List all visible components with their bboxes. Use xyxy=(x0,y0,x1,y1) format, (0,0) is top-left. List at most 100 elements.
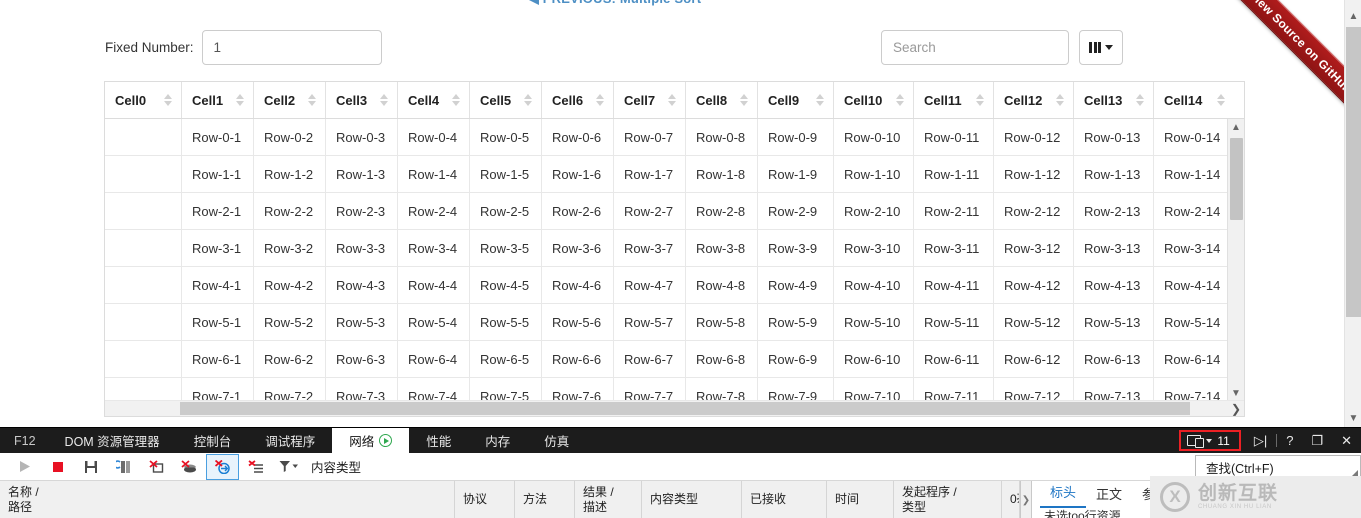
column-header-cell4[interactable]: Cell4 xyxy=(398,82,470,118)
column-header-cell3[interactable]: Cell3 xyxy=(326,82,398,118)
devtools-tab-仿真[interactable]: 仿真 xyxy=(527,428,586,453)
column-header-cell14[interactable]: Cell14 xyxy=(1154,82,1234,118)
table-row[interactable]: Row-4-1 Row-4-2 Row-4-3 Row-4-4 Row-4-5 Row-4… xyxy=(105,267,1244,304)
table-row[interactable]: Row-0-1 Row-0-2 Row-0-3 Row-0-4 Row-0-5 Row-0… xyxy=(105,119,1244,156)
network-column-header[interactable]: 协议 xyxy=(455,481,515,518)
table-row[interactable]: Row-5-1 Row-5-2 Row-5-3 Row-5-4 Row-5-5 Row-5… xyxy=(105,304,1244,341)
table-horizontal-scrollbar[interactable]: ❯ xyxy=(105,400,1244,416)
table-cell: Row-0-6 xyxy=(542,119,614,155)
clear-on-navigate-icon[interactable] xyxy=(206,453,239,480)
sort-arrows-icon[interactable] xyxy=(524,94,532,106)
clear-cache-icon[interactable] xyxy=(173,454,206,480)
sort-arrows-icon[interactable] xyxy=(380,94,388,106)
table-cell: Row-2-14 xyxy=(1164,203,1221,219)
column-header-cell12[interactable]: Cell12 xyxy=(994,82,1074,118)
scroll-up-icon[interactable]: ▲ xyxy=(1228,119,1244,136)
sort-arrows-icon[interactable] xyxy=(1056,94,1064,106)
network-column-header[interactable]: 已接收 xyxy=(742,481,827,518)
sort-arrows-icon[interactable] xyxy=(236,94,244,106)
table-row[interactable]: Row-2-1 Row-2-2 Row-2-3 Row-2-4 Row-2-5 Row-2… xyxy=(105,193,1244,230)
fixed-number-input[interactable] xyxy=(201,30,382,65)
save-icon[interactable] xyxy=(74,454,107,480)
table-row[interactable]: Row-7-1 Row-7-2 Row-7-3 Row-7-4 Row-7-5 Row-7… xyxy=(105,378,1244,402)
table-cell: Row-7-8 xyxy=(686,378,758,402)
devtools-tab-label: 控制台 xyxy=(193,435,232,449)
column-header-cell1[interactable]: Cell1 xyxy=(182,82,254,118)
page-scroll-down-icon[interactable]: ▼ xyxy=(1345,410,1361,427)
devtools-tab-内存[interactable]: 内存 xyxy=(468,428,527,453)
table-cell: Row-1-8 xyxy=(686,156,758,192)
page-scroll-thumb[interactable] xyxy=(1346,27,1361,317)
table-row[interactable]: Row-3-1 Row-3-2 Row-3-3 Row-3-4 Row-3-5 Row-3… xyxy=(105,230,1244,267)
column-visibility-button[interactable] xyxy=(1079,30,1123,65)
search-input[interactable] xyxy=(881,30,1069,65)
dock-icon[interactable]: ❐ xyxy=(1302,428,1332,453)
sort-arrows-icon[interactable] xyxy=(596,94,604,106)
network-column-header[interactable]: 内容类型 xyxy=(642,481,742,518)
table-cell: Row-5-7 xyxy=(614,304,686,340)
network-column-header[interactable]: 名称 / 路径 xyxy=(0,481,455,518)
page-scroll-up-icon[interactable]: ▲ xyxy=(1345,8,1361,25)
scroll-right-icon[interactable]: ❯ xyxy=(1227,401,1244,416)
clear-list-icon[interactable] xyxy=(239,454,272,480)
devtools-tab-调试程序[interactable]: 调试程序 xyxy=(248,428,332,453)
table-cell: Row-6-9 xyxy=(758,341,834,377)
devtools-tab-控制台[interactable]: 控制台 xyxy=(177,428,249,453)
network-column-header[interactable]: 时间 xyxy=(827,481,894,518)
column-header-cell11[interactable]: Cell11 xyxy=(914,82,994,118)
help-icon[interactable]: ? xyxy=(1277,428,1302,453)
horizontal-scroll-thumb[interactable] xyxy=(180,402,1190,415)
stop-record-icon[interactable] xyxy=(41,454,74,480)
sort-arrows-icon[interactable] xyxy=(668,94,676,106)
table-cell: Row-4-1 xyxy=(182,267,254,303)
filter-icon[interactable] xyxy=(272,454,305,480)
column-header-cell9[interactable]: Cell9 xyxy=(758,82,834,118)
table-cell: Row-1-14 xyxy=(1164,166,1221,182)
devtools-tab-网络[interactable]: 网络 xyxy=(332,428,410,453)
devtools-tab-F12[interactable]: F12 xyxy=(0,428,48,453)
table-cell: Row-2-7 xyxy=(614,193,686,229)
column-header-cell6[interactable]: Cell6 xyxy=(542,82,614,118)
sort-arrows-icon[interactable] xyxy=(452,94,460,106)
table-row[interactable]: Row-1-1 Row-1-2 Row-1-3 Row-1-4 Row-1-5 Row-1… xyxy=(105,156,1244,193)
sort-arrows-icon[interactable] xyxy=(896,94,904,106)
network-column-line2: 路径 xyxy=(8,500,33,514)
sort-arrows-icon[interactable] xyxy=(1136,94,1144,106)
page-vertical-scrollbar[interactable]: ▲ ▼ xyxy=(1344,0,1361,427)
table-vertical-scrollbar[interactable]: ▲ ▼ xyxy=(1227,119,1244,402)
sort-arrows-icon[interactable] xyxy=(1217,94,1225,106)
sort-arrows-icon[interactable] xyxy=(816,94,824,106)
column-header-cell2[interactable]: Cell2 xyxy=(254,82,326,118)
sort-arrows-icon[interactable] xyxy=(164,94,172,106)
column-header-cell8[interactable]: Cell8 xyxy=(686,82,758,118)
clear-entries-icon[interactable] xyxy=(140,454,173,480)
panel-splitter[interactable]: ❯ xyxy=(1020,481,1031,518)
column-header-cell7[interactable]: Cell7 xyxy=(614,82,686,118)
network-column-header[interactable]: 方法 xyxy=(515,481,575,518)
previous-demo-link[interactable]: ◀ PREVIOUS: Multiple Sort xyxy=(0,0,1230,7)
network-column-header[interactable]: 结果 / 描述 xyxy=(575,481,642,518)
devtools-tab-DOM 资源管理器[interactable]: DOM 资源管理器 xyxy=(48,428,177,453)
network-column-header[interactable]: 0毫秒 xyxy=(1002,481,1020,518)
sort-arrows-icon[interactable] xyxy=(976,94,984,106)
column-header-cell10[interactable]: Cell10 xyxy=(834,82,914,118)
sort-arrows-icon[interactable] xyxy=(308,94,316,106)
detail-tab-标头[interactable]: 标头 xyxy=(1040,478,1087,508)
column-header-cell0[interactable]: Cell0 xyxy=(105,82,182,118)
table-cell: Row-2-3 xyxy=(326,193,398,229)
export-har-icon[interactable] xyxy=(107,454,140,480)
record-play-icon[interactable] xyxy=(379,434,393,447)
network-column-header[interactable]: 发起程序 / 类型 xyxy=(894,481,1002,518)
devtools-tab-性能[interactable]: 性能 xyxy=(409,428,468,453)
table-row[interactable]: Row-6-1 Row-6-2 Row-6-3 Row-6-4 Row-6-5 Row-6… xyxy=(105,341,1244,378)
column-header-cell5[interactable]: Cell5 xyxy=(470,82,542,118)
vertical-scroll-thumb[interactable] xyxy=(1230,138,1243,220)
sort-arrows-icon[interactable] xyxy=(740,94,748,106)
detail-tab-正文[interactable]: 正文 xyxy=(1086,480,1132,508)
devtools-tab-label: 内存 xyxy=(485,435,511,449)
close-icon[interactable]: ✕ xyxy=(1332,428,1361,453)
console-prompt-icon[interactable]: ▷| xyxy=(1245,428,1276,453)
play-icon[interactable] xyxy=(8,454,41,480)
column-header-cell13[interactable]: Cell13 xyxy=(1074,82,1154,118)
device-emulation-counter[interactable]: 11 xyxy=(1179,430,1241,451)
